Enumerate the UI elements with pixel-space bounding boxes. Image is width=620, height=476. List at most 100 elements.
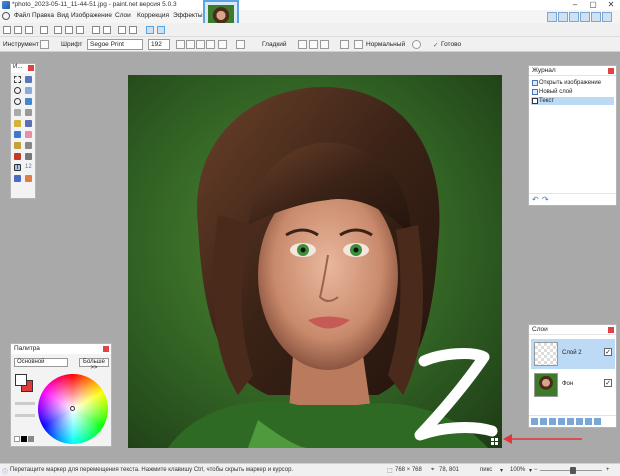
palette-toggle-icon[interactable] — [580, 12, 590, 22]
print-icon[interactable] — [40, 26, 48, 34]
open-file-icon[interactable] — [14, 26, 22, 34]
palette-close-icon[interactable] — [103, 346, 109, 352]
settings-icon[interactable] — [591, 12, 601, 22]
shapes-alt-icon[interactable] — [25, 175, 32, 182]
minimize-button[interactable]: – — [566, 0, 584, 10]
zoom-icon[interactable] — [25, 98, 32, 105]
clone-stamp-icon[interactable] — [25, 142, 32, 149]
underline-icon[interactable] — [196, 40, 205, 49]
history-item[interactable]: Новый слой — [531, 88, 614, 96]
text-tool-selected-icon[interactable]: T — [14, 164, 21, 171]
history-undo-icon[interactable]: ↶ — [532, 195, 539, 204]
menu-file[interactable]: Файл — [14, 12, 30, 19]
align-right-icon[interactable] — [320, 40, 329, 49]
blend-mode-select[interactable]: Нормальный — [366, 41, 405, 48]
redo-icon[interactable] — [129, 26, 137, 34]
hinting-icon[interactable] — [236, 40, 245, 49]
layer-row-background[interactable]: Фон ✓ — [531, 370, 615, 400]
maximize-button[interactable]: ▢ — [584, 0, 602, 10]
palette-mode-select[interactable]: Основной — [14, 358, 68, 367]
zoom-in-icon[interactable]: + — [606, 467, 610, 473]
rendering-mode-icon[interactable] — [218, 40, 227, 49]
layer-visibility-checkbox[interactable]: ✓ — [604, 379, 612, 387]
antialiasing-icon[interactable] — [340, 40, 349, 49]
units-select[interactable]: пикс — [480, 467, 492, 473]
add-layer-icon[interactable] — [531, 418, 538, 425]
sampling-icon[interactable] — [412, 40, 421, 49]
cut-icon[interactable] — [54, 26, 62, 34]
swatch-black[interactable] — [21, 436, 27, 442]
grid-icon[interactable] — [146, 26, 154, 34]
layer-visibility-checkbox[interactable]: ✓ — [604, 348, 612, 356]
font-size-select[interactable]: 192 — [148, 39, 170, 50]
copy-icon[interactable] — [65, 26, 73, 34]
rectangle-select-icon[interactable] — [14, 76, 21, 83]
save-icon[interactable] — [25, 26, 33, 34]
zoom-slider-knob[interactable] — [570, 467, 576, 474]
layer-settings-icon[interactable] — [594, 418, 601, 425]
pan-icon[interactable] — [25, 109, 32, 116]
magic-wand-icon[interactable] — [14, 109, 21, 116]
history-redo-icon[interactable]: ↷ — [542, 195, 549, 204]
settings-gear-icon[interactable] — [2, 12, 10, 20]
history-item[interactable]: Открыть изображение — [531, 79, 614, 87]
blend-mode-icon[interactable] — [354, 40, 363, 49]
move-down-icon[interactable] — [576, 418, 583, 425]
align-center-icon[interactable] — [309, 40, 318, 49]
color-wheel[interactable] — [38, 374, 108, 444]
text-move-handle-icon[interactable] — [491, 438, 498, 445]
eraser-icon[interactable] — [25, 131, 32, 138]
tools-toggle-icon[interactable] — [547, 12, 557, 22]
primary-color-swatch[interactable] — [15, 374, 27, 386]
tools-close-icon[interactable] — [28, 65, 34, 71]
menu-edit[interactable]: Правка — [32, 12, 54, 19]
swatch-gray[interactable] — [28, 436, 34, 442]
move-selection-alt-icon[interactable] — [25, 87, 32, 94]
menu-layers[interactable]: Слои — [115, 12, 131, 19]
new-file-icon[interactable] — [3, 26, 11, 34]
align-left-icon[interactable] — [298, 40, 307, 49]
layers-close-icon[interactable] — [608, 327, 614, 333]
journal-toggle-icon[interactable] — [558, 12, 568, 22]
palette-slider-2[interactable] — [15, 414, 35, 417]
shapes-icon[interactable] — [14, 175, 21, 182]
finish-button[interactable]: Готово — [441, 41, 461, 48]
antialias-select[interactable]: Гладкий — [262, 41, 286, 48]
history-item-selected[interactable]: Текст — [531, 97, 614, 105]
lasso-select-icon[interactable] — [14, 87, 21, 94]
palette-swatches[interactable] — [14, 436, 36, 444]
units-dropdown-icon[interactable]: ▾ — [500, 467, 503, 474]
line-curve-icon[interactable]: 12 — [25, 164, 32, 171]
move-selection-icon[interactable] — [25, 76, 32, 83]
history-close-icon[interactable] — [608, 68, 614, 74]
menu-image[interactable]: Изображение — [71, 12, 112, 19]
gradient-icon[interactable] — [25, 120, 32, 127]
palette-more-button[interactable]: Больше >> — [79, 358, 109, 371]
paint-bucket-icon[interactable] — [14, 120, 21, 127]
close-button[interactable]: ✕ — [602, 0, 620, 10]
bold-icon[interactable] — [176, 40, 185, 49]
zoom-dropdown-icon[interactable]: ▾ — [529, 467, 532, 474]
layer-row-layer2[interactable]: Слой 2 ✓ — [531, 339, 615, 369]
deselect-icon[interactable] — [103, 26, 111, 34]
menu-effects[interactable]: Эффекты — [173, 12, 203, 19]
palette-slider[interactable] — [15, 402, 35, 405]
color-picker-icon[interactable] — [25, 153, 32, 160]
duplicate-layer-icon[interactable] — [549, 418, 556, 425]
ruler-icon[interactable] — [157, 26, 165, 34]
move-up-icon[interactable] — [567, 418, 574, 425]
layer-properties-icon[interactable] — [585, 418, 592, 425]
crop-icon[interactable] — [92, 26, 100, 34]
image-canvas[interactable] — [128, 75, 502, 448]
swatch-white[interactable] — [14, 436, 20, 442]
canvas-text-z[interactable] — [412, 347, 498, 443]
undo-icon[interactable] — [118, 26, 126, 34]
pencil-icon[interactable] — [14, 142, 21, 149]
strikethrough-icon[interactable] — [206, 40, 215, 49]
ellipse-select-icon[interactable] — [14, 98, 21, 105]
menu-view[interactable]: Вид — [57, 12, 69, 19]
text-tool-icon[interactable] — [40, 40, 49, 49]
menu-adjustments[interactable]: Коррекция — [137, 12, 169, 19]
zoom-value[interactable]: 100% — [510, 467, 525, 473]
zoom-out-icon[interactable]: − — [534, 467, 538, 473]
